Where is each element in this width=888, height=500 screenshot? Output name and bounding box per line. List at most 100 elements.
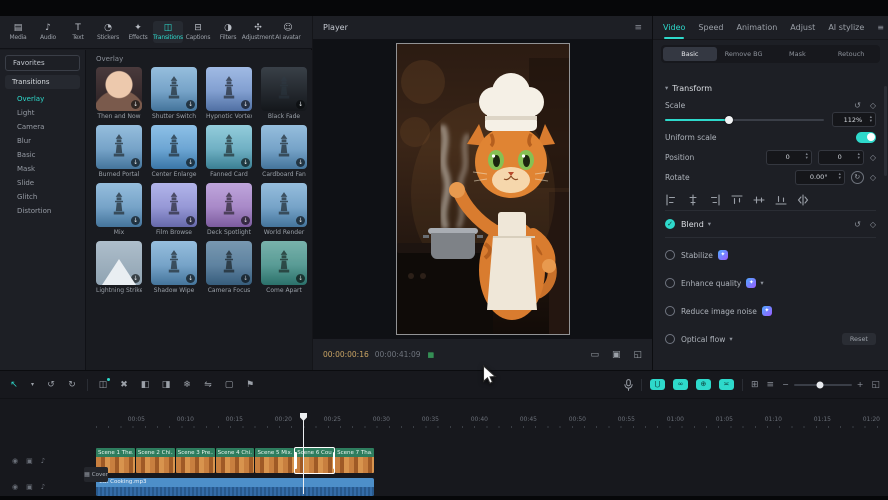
transition-item[interactable]: ↓ Film Browse	[151, 183, 197, 236]
mirror-icon[interactable]: ⇋	[202, 380, 214, 390]
transform-section-header[interactable]: ▾ Transform	[665, 78, 876, 98]
keyframe-icon[interactable]: ◇	[870, 220, 876, 229]
inspector-subtab[interactable]: Basic	[663, 47, 717, 61]
transition-item[interactable]: ↓ Camera Focus	[206, 241, 252, 294]
transition-thumbnail[interactable]: ↓	[96, 241, 142, 285]
marker-icon[interactable]: ⚑	[244, 380, 256, 390]
timeline-clip[interactable]: Scene 2 Chi...	[136, 448, 175, 473]
align-middle-icon[interactable]	[753, 191, 765, 203]
sidebar-item[interactable]: Slide	[0, 176, 85, 190]
position-x-input[interactable]: 0 ▴ ▾	[766, 150, 812, 165]
scale-slider[interactable]	[665, 119, 824, 121]
step-down-icon[interactable]: ▾	[858, 157, 860, 161]
track-toggle-icon[interactable]: ◉	[12, 483, 18, 491]
transition-thumbnail[interactable]: ↓	[261, 125, 307, 169]
transition-thumbnail[interactable]: ↓	[206, 183, 252, 227]
toolbar-item[interactable]: ✣ Adjustment	[243, 21, 273, 43]
sidebar-item[interactable]: Basic	[0, 148, 85, 162]
scale-slider-knob[interactable]	[725, 116, 733, 124]
toolbar-item[interactable]: ◑ Filters	[213, 21, 243, 43]
sidebar-group-transitions[interactable]: Transitions	[5, 75, 80, 89]
transition-thumbnail[interactable]: ↓	[151, 183, 197, 227]
transition-item[interactable]: ↓ Cardboard Fan	[261, 125, 307, 178]
inspector-tab[interactable]: AI stylize	[828, 23, 864, 32]
optical-flow-checkbox[interactable]	[665, 334, 675, 344]
toolbar-item[interactable]: ◫ Transitions	[153, 21, 183, 43]
timeline-clip[interactable]: Scene 4 Chi...	[216, 448, 255, 473]
inspector-subtab[interactable]: Retouch	[824, 47, 878, 61]
track-toggle-icon[interactable]: ◉	[12, 457, 18, 465]
transition-item[interactable]: ↓ World Render	[261, 183, 307, 236]
transition-item[interactable]: ↓ Then and Now	[96, 67, 142, 120]
toolbar-item[interactable]: ▤ Media	[3, 21, 33, 43]
toolbar-item[interactable]: ⊟ Captions	[183, 21, 213, 43]
ratio-icon[interactable]: ▭	[590, 350, 599, 360]
audio-clip[interactable]: Cat Cooking.mp3	[96, 478, 374, 496]
video-preview[interactable]	[397, 44, 569, 334]
rotate-value-input[interactable]: 0.00° ▴ ▾	[795, 170, 845, 185]
sidebar-item-favorites[interactable]: Favorites	[5, 55, 80, 71]
blend-checkbox[interactable]: ✓	[665, 219, 675, 229]
stabilize-checkbox[interactable]	[665, 250, 675, 260]
sidebar-item[interactable]: Mask	[0, 162, 85, 176]
track-list-icon[interactable]: ≡	[767, 380, 775, 390]
align-right-icon[interactable]	[709, 191, 721, 203]
sidebar-item[interactable]: Blur	[0, 134, 85, 148]
transition-thumbnail[interactable]: ↓	[96, 125, 142, 169]
toolbar-item[interactable]: ✦ Effects	[123, 21, 153, 43]
chevron-down-icon[interactable]: ▾	[760, 279, 763, 287]
toolbar-item[interactable]: ♪ Audio	[33, 21, 63, 43]
sidebar-item[interactable]: Camera	[0, 120, 85, 134]
transition-thumbnail[interactable]: ↓	[151, 67, 197, 111]
reset-icon[interactable]: ↺	[854, 220, 861, 229]
inspector-tab[interactable]: Animation	[737, 23, 778, 32]
keyframe-icon[interactable]: ◇	[870, 153, 876, 162]
undo-icon[interactable]: ↺	[45, 380, 57, 390]
step-down-icon[interactable]: ▾	[839, 177, 841, 181]
toolbar-item[interactable]: T Text	[63, 21, 93, 43]
select-tool-icon[interactable]: ↖	[8, 380, 20, 390]
toolbar-item[interactable]: ◔ Stickers	[93, 21, 123, 43]
transition-thumbnail[interactable]: ↓	[261, 183, 307, 227]
align-top-icon[interactable]	[731, 191, 743, 203]
zoom-slider-knob[interactable]	[816, 381, 823, 388]
sidebar-item[interactable]: Glitch	[0, 190, 85, 204]
transition-thumbnail[interactable]: ↓	[96, 183, 142, 227]
transition-thumbnail[interactable]: ↓	[206, 67, 252, 111]
freeze-frame-icon[interactable]: ❄	[181, 380, 193, 390]
reset-button[interactable]: Reset	[842, 333, 876, 345]
toolbar-item[interactable]: ☺ AI avatar	[273, 21, 303, 43]
transition-thumbnail[interactable]: ↓	[151, 241, 197, 285]
step-down-icon[interactable]: ▾	[806, 157, 808, 161]
inspector-subtab[interactable]: Mask	[771, 47, 825, 61]
align-center-horizontal-icon[interactable]	[687, 191, 699, 203]
rotate-dial[interactable]: ↻	[851, 171, 864, 184]
transition-item[interactable]: ↓ Lightning Strike	[96, 241, 142, 294]
panel-options-icon[interactable]: ≡	[877, 23, 884, 32]
link-clips-icon[interactable]: ∞	[673, 379, 688, 390]
timeline-clip[interactable]: Scene 5 Mix...	[255, 448, 294, 473]
timeline-clip[interactable]: Scene 7 Tha...	[335, 448, 374, 473]
playhead[interactable]	[300, 413, 307, 494]
preview-axis-icon[interactable]: ⊕	[696, 379, 711, 390]
fullscreen-icon[interactable]: ◱	[633, 350, 642, 360]
transition-thumbnail[interactable]: ↓	[206, 125, 252, 169]
transition-item[interactable]: ↓ Hypnotic Vortex	[206, 67, 252, 120]
transition-thumbnail[interactable]: ↓	[206, 241, 252, 285]
quality-icon[interactable]: ▦	[428, 351, 435, 359]
chevron-down-icon[interactable]: ▾	[729, 335, 732, 343]
player-menu-icon[interactable]: ≡	[634, 23, 642, 33]
enhance-quality-checkbox[interactable]	[665, 278, 675, 288]
sidebar-item[interactable]: Light	[0, 106, 85, 120]
track-height-icon[interactable]: ⊞	[751, 380, 759, 390]
fit-timeline-icon[interactable]: ◱	[871, 380, 880, 390]
voiceover-mic-icon[interactable]	[624, 379, 633, 391]
track-lock-icon[interactable]: ▣	[26, 483, 33, 491]
reduce-noise-checkbox[interactable]	[665, 306, 675, 316]
inspector-tab[interactable]: Adjust	[790, 23, 815, 32]
transition-thumbnail[interactable]: ↓	[96, 67, 142, 111]
transition-item[interactable]: ↓ Come Apart	[261, 241, 307, 294]
transition-item[interactable]: ↓ Deck Spotlight	[206, 183, 252, 236]
keyframe-icon[interactable]: ◇	[870, 173, 876, 182]
zoom-slider[interactable]	[794, 384, 852, 386]
